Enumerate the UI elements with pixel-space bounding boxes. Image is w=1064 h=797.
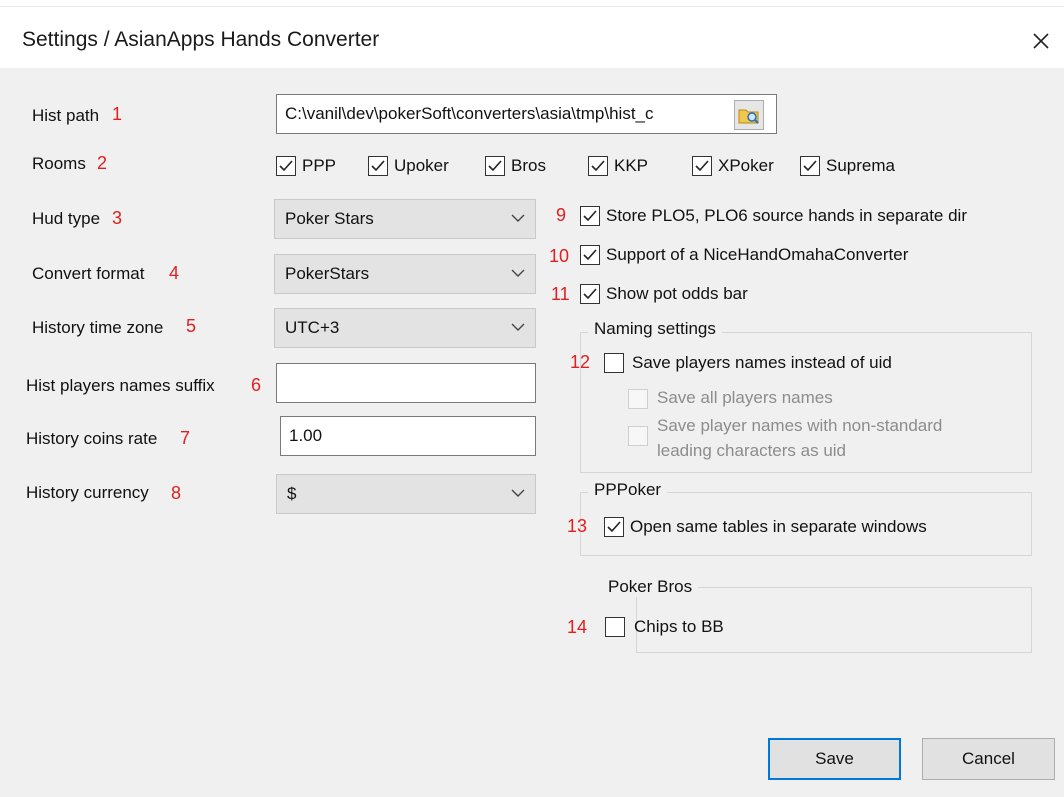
kkp-label: KKP bbox=[614, 156, 649, 175]
ppp-label: PPP bbox=[302, 156, 337, 175]
open-same-label: Open same tables in separate windows bbox=[630, 517, 927, 536]
check-icon bbox=[583, 288, 597, 300]
window-title: Settings / AsianApps Hands Converter bbox=[22, 28, 380, 51]
hist-path-value: C:\vanil\dev\pokerSoft\converters\asia\t… bbox=[285, 104, 654, 123]
save-names-number: 12 bbox=[570, 352, 591, 372]
check-icon bbox=[607, 521, 621, 533]
save-all-names-label: Save all players names bbox=[657, 388, 833, 407]
store-plo-checkbox[interactable] bbox=[580, 206, 600, 226]
save-names-checkbox[interactable] bbox=[604, 353, 624, 373]
currency-select[interactable]: $ bbox=[276, 474, 536, 514]
hist-path-input[interactable]: C:\vanil\dev\pokerSoft\converters\asia\t… bbox=[276, 94, 777, 134]
hud-type-number: 3 bbox=[112, 208, 123, 228]
hud-type-value: Poker Stars bbox=[285, 209, 374, 228]
chevron-down-icon bbox=[511, 489, 525, 497]
pot-odds-number: 11 bbox=[551, 284, 570, 304]
hud-type-select[interactable]: Poker Stars bbox=[274, 199, 536, 239]
coins-rate-number: 7 bbox=[180, 428, 191, 448]
suprema-checkbox[interactable] bbox=[800, 156, 820, 176]
convert-format-select[interactable]: PokerStars bbox=[274, 254, 536, 294]
hist-path-number: 1 bbox=[112, 104, 123, 124]
rooms-number: 2 bbox=[97, 153, 108, 173]
time-zone-select[interactable]: UTC+3 bbox=[274, 308, 536, 348]
currency-label: History currency bbox=[26, 483, 149, 502]
convert-format-label: Convert format bbox=[32, 264, 145, 283]
chips-bb-number: 14 bbox=[567, 617, 588, 637]
save-all-names-checkbox[interactable] bbox=[628, 389, 648, 409]
coins-rate-value: 1.00 bbox=[289, 426, 323, 445]
close-icon bbox=[1033, 33, 1049, 49]
names-suffix-number: 6 bbox=[251, 375, 262, 395]
chips-bb-checkbox[interactable] bbox=[605, 617, 625, 637]
check-icon bbox=[488, 160, 502, 172]
nonstandard-names-label-line2: leading characters as uid bbox=[657, 441, 847, 460]
store-plo-number: 9 bbox=[556, 205, 567, 225]
time-zone-value: UTC+3 bbox=[285, 318, 340, 337]
rooms-label: Rooms bbox=[32, 154, 86, 173]
settings-window: Settings / AsianApps Hands Converter His… bbox=[0, 0, 1064, 797]
names-suffix-label: Hist players names suffix bbox=[26, 376, 215, 395]
browse-folder-button[interactable] bbox=[734, 100, 764, 130]
open-same-checkbox[interactable] bbox=[604, 517, 624, 537]
save-names-label: Save players names instead of uid bbox=[632, 353, 892, 372]
open-same-number: 13 bbox=[567, 516, 588, 536]
pot-odds-checkbox[interactable] bbox=[580, 284, 600, 304]
names-suffix-input[interactable] bbox=[276, 363, 536, 403]
folder-browse-icon bbox=[738, 109, 759, 124]
check-icon bbox=[279, 160, 293, 172]
check-icon bbox=[591, 160, 605, 172]
nice-hand-checkbox[interactable] bbox=[580, 245, 600, 265]
check-icon bbox=[371, 160, 385, 172]
hist-path-label: Hist path bbox=[32, 106, 100, 125]
chips-bb-label: Chips to BB bbox=[634, 617, 724, 636]
nonstandard-names-checkbox[interactable] bbox=[628, 426, 648, 446]
currency-value: $ bbox=[287, 484, 297, 503]
upoker-checkbox[interactable] bbox=[368, 156, 388, 176]
check-icon bbox=[803, 160, 817, 172]
check-icon bbox=[583, 249, 597, 261]
store-plo-label: Store PLO5, PLO6 source hands in separat… bbox=[606, 206, 967, 225]
time-zone-number: 5 bbox=[186, 316, 197, 336]
ppp-checkbox[interactable] bbox=[276, 156, 296, 176]
dialog-body: Hist path 1 Rooms 2 Hud type 3 Convert f… bbox=[0, 68, 1064, 797]
pot-odds-label: Show pot odds bar bbox=[606, 284, 748, 303]
chevron-down-icon bbox=[511, 269, 525, 277]
suprema-label: Suprema bbox=[826, 156, 895, 175]
nice-hand-number: 10 bbox=[549, 246, 570, 266]
time-zone-label: History time zone bbox=[32, 318, 164, 337]
bros-checkbox[interactable] bbox=[485, 156, 505, 176]
xpoker-checkbox[interactable] bbox=[692, 156, 712, 176]
check-icon bbox=[583, 210, 597, 222]
poker-bros-title: Poker Bros bbox=[602, 577, 699, 597]
bros-label: Bros bbox=[511, 156, 546, 175]
convert-format-number: 4 bbox=[169, 263, 180, 283]
coins-rate-input[interactable]: 1.00 bbox=[280, 416, 536, 456]
xpoker-label: XPoker bbox=[718, 156, 774, 175]
upoker-label: Upoker bbox=[394, 156, 449, 175]
close-button[interactable] bbox=[1026, 26, 1056, 56]
currency-number: 8 bbox=[171, 483, 182, 503]
cancel-button[interactable]: Cancel bbox=[922, 738, 1055, 780]
check-icon bbox=[695, 160, 709, 172]
nice-hand-label: Support of a NiceHandOmahaConverter bbox=[606, 245, 909, 264]
save-button[interactable]: Save bbox=[768, 738, 901, 780]
hud-type-label: Hud type bbox=[32, 209, 101, 228]
coins-rate-label: History coins rate bbox=[26, 429, 158, 448]
title-bar-edge bbox=[0, 0, 1064, 7]
naming-settings-title: Naming settings bbox=[588, 319, 722, 339]
kkp-checkbox[interactable] bbox=[588, 156, 608, 176]
pppoker-title: PPPoker bbox=[588, 480, 668, 500]
convert-format-value: PokerStars bbox=[285, 264, 370, 283]
chevron-down-icon bbox=[511, 214, 525, 222]
chevron-down-icon bbox=[511, 323, 525, 331]
nonstandard-names-label-line1: Save player names with non-standard bbox=[657, 416, 943, 435]
